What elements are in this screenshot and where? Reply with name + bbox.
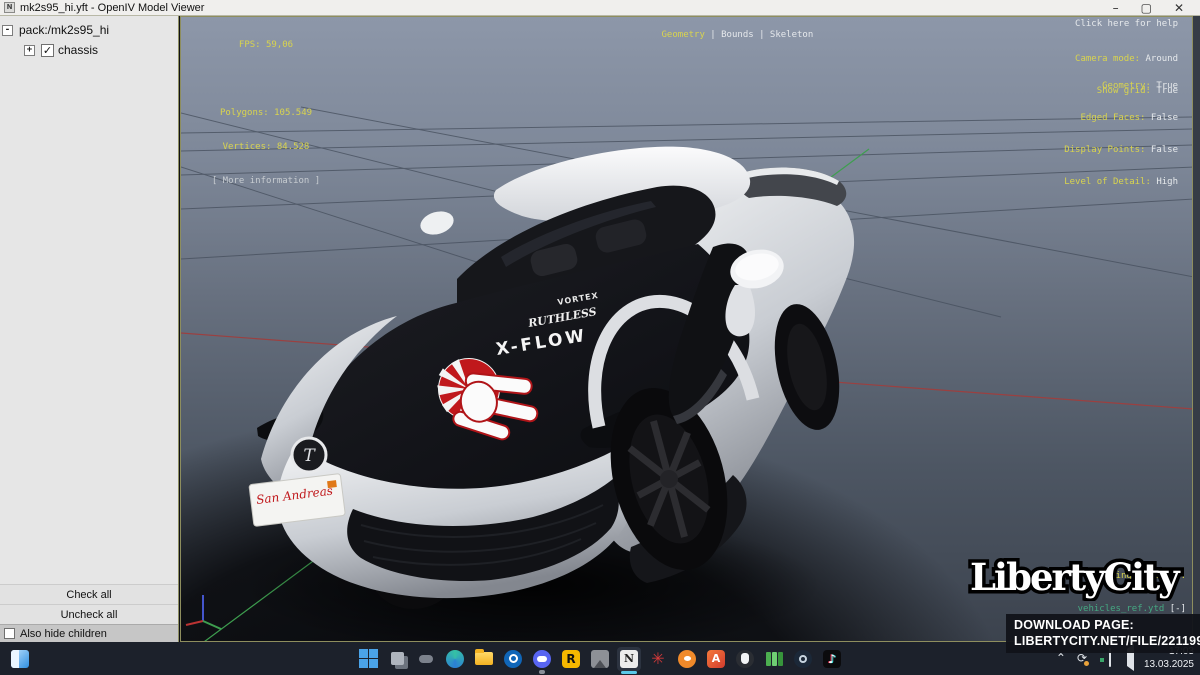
texture-name: vehicles_ref.ytd [1078,604,1165,614]
discord-icon[interactable] [530,647,554,671]
tiktok-icon[interactable]: ♪ [820,647,844,671]
uncheck-all-button[interactable]: Uncheck all [0,604,178,624]
tree-item-root[interactable]: - pack:/mk2s95_hi [2,20,176,40]
window-edge [1193,16,1200,642]
help-link[interactable]: Click here for help [1075,19,1178,30]
svg-text:T: T [303,446,316,466]
clock-date: 13.03.2025 [1144,658,1194,671]
edged-faces-label: Edged Faces: [1080,113,1145,123]
left-mirror [418,208,457,239]
model-tree-panel: - pack:/mk2s95_hi + ✓ chassis Check all … [0,16,179,642]
more-information-link[interactable]: [ More information ] [191,176,341,188]
also-hide-children-label: Also hide children [20,628,107,640]
collapse-icon[interactable]: - [2,25,13,36]
display-settings: Geometry: True Edged Faces: False Displa… [1064,59,1178,209]
maximize-button[interactable]: ▢ [1141,1,1152,15]
level-of-detail-value: High [1151,177,1178,187]
tab-geometry[interactable]: Geometry [662,30,705,40]
steam-icon[interactable] [791,647,815,671]
fps-readout: FPS: 59,06 [191,40,341,52]
file-explorer-icon[interactable] [472,647,496,671]
vertices-readout: Vertices: 84.528 [191,142,341,154]
start-button-icon[interactable] [356,647,380,671]
openiv-app-icon: N [4,2,15,13]
edged-faces-value: False [1145,113,1178,123]
epic-games-icon[interactable] [733,647,757,671]
amd-software-icon[interactable]: A [704,647,728,671]
chassis-checkbox[interactable]: ✓ [41,44,54,57]
blender-icon[interactable] [675,647,699,671]
libertycity-logo: LibertyCity [968,551,1198,601]
libertycity-logo-text: LibertyCity [970,555,1181,599]
check-all-button[interactable]: Check all [0,584,178,604]
also-hide-children-row: Also hide children [0,624,178,642]
close-button[interactable]: ✕ [1174,1,1184,15]
widgets-icon[interactable] [8,647,32,671]
wallet-icon[interactable] [762,647,786,671]
also-hide-children-checkbox[interactable] [4,628,15,639]
download-page-label: DOWNLOAD PAGE: [1014,617,1192,633]
tree-root-label: pack:/mk2s95_hi [19,23,109,37]
screen: N mk2s95_hi.yft - OpenIV Model Viewer – … [0,0,1200,675]
tree-empty-area [0,64,178,584]
task-view-icon[interactable] [385,647,409,671]
openiv-icon[interactable]: N [617,647,641,671]
search-icon[interactable] [414,647,438,671]
edge-browser-icon[interactable] [443,647,467,671]
paint-net-icon[interactable]: ✳ [646,647,670,671]
brand-badge: T [292,438,326,472]
render-stats: FPS: 59,06 Polygons: 105.549 Vertices: 8… [191,18,341,210]
window-titlebar: N mk2s95_hi.yft - OpenIV Model Viewer – … [0,0,1200,16]
level-of-detail-label: Level of Detail: [1064,177,1151,187]
expand-icon[interactable]: + [24,45,35,56]
gimp-icon[interactable] [588,647,612,671]
display-points-value: False [1145,145,1178,155]
geometry-label: Geometry: [1102,81,1151,91]
tab-skeleton[interactable]: Skeleton [770,30,813,40]
tree-item-chassis[interactable]: + ✓ chassis [2,40,176,60]
display-points-label: Display Points: [1064,145,1145,155]
tab-bounds[interactable]: Bounds [721,30,754,40]
texture-remove-button[interactable]: [-] [1164,604,1186,614]
download-page-url: LIBERTYCITY.NET/FILE/221199 [1014,633,1192,649]
window-title: mk2s95_hi.yft - OpenIV Model Viewer [20,2,204,14]
outlook-icon[interactable] [501,647,525,671]
model-viewport[interactable]: T San Andreas VORTEX RUTHLESS X-FLOW [180,16,1193,642]
tab-separator: | [754,30,770,40]
minimize-button[interactable]: – [1113,1,1119,15]
view-mode-tabs: Geometry | Bounds | Skeleton [629,19,813,52]
rockstar-games-icon[interactable]: R [559,647,583,671]
polygons-readout: Polygons: 105.549 [191,108,341,120]
tab-separator: | [705,30,721,40]
download-page-banner: DOWNLOAD PAGE: LIBERTYCITY.NET/FILE/2211… [1006,614,1200,653]
geometry-value: True [1151,81,1178,91]
tree-chassis-label: chassis [58,43,98,57]
